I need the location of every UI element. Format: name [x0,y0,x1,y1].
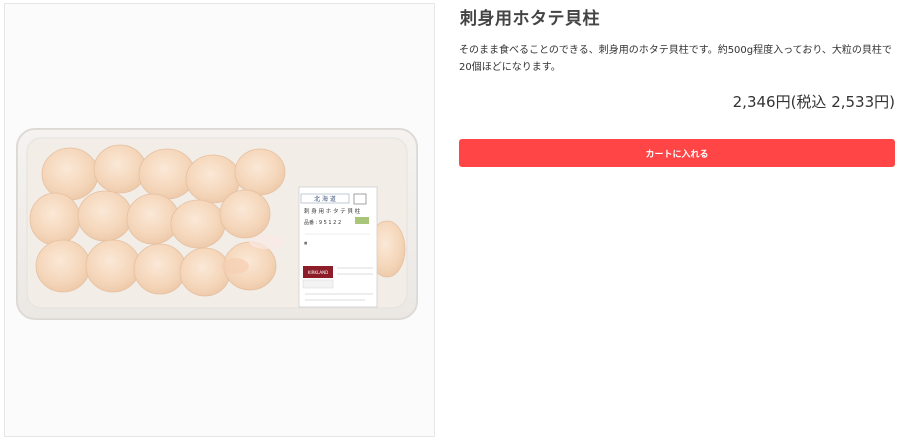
label-name: 刺 身 用 ホ タ テ 貝 柱 [304,207,361,215]
product-image: 北 海 道 刺 身 用 ホ タ テ 貝 柱 品番 : 9 5 1 2 2 ■ K… [4,3,435,437]
label-brand: KIRKLAND [308,270,328,275]
label-code: 品番 : 9 5 1 2 2 [304,219,341,226]
product-title: 刺身用ホタテ貝柱 [460,9,600,29]
package-label: 北 海 道 刺 身 用 ホ タ テ 貝 柱 品番 : 9 5 1 2 2 ■ K… [298,186,378,308]
scallop-package-illustration: 北 海 道 刺 身 用 ホ タ テ 貝 柱 品番 : 9 5 1 2 2 ■ K… [16,128,418,320]
svg-text:■: ■ [304,241,307,245]
add-to-cart-button[interactable]: カートに入れる [459,139,895,167]
product-description: そのまま食べることのできる、刺身用のホタテ貝柱です。約500g程度入っており、大… [459,45,892,73]
label-region: 北 海 道 [314,195,336,203]
product-price: 2,346円(税込 2,533円) [732,93,895,111]
